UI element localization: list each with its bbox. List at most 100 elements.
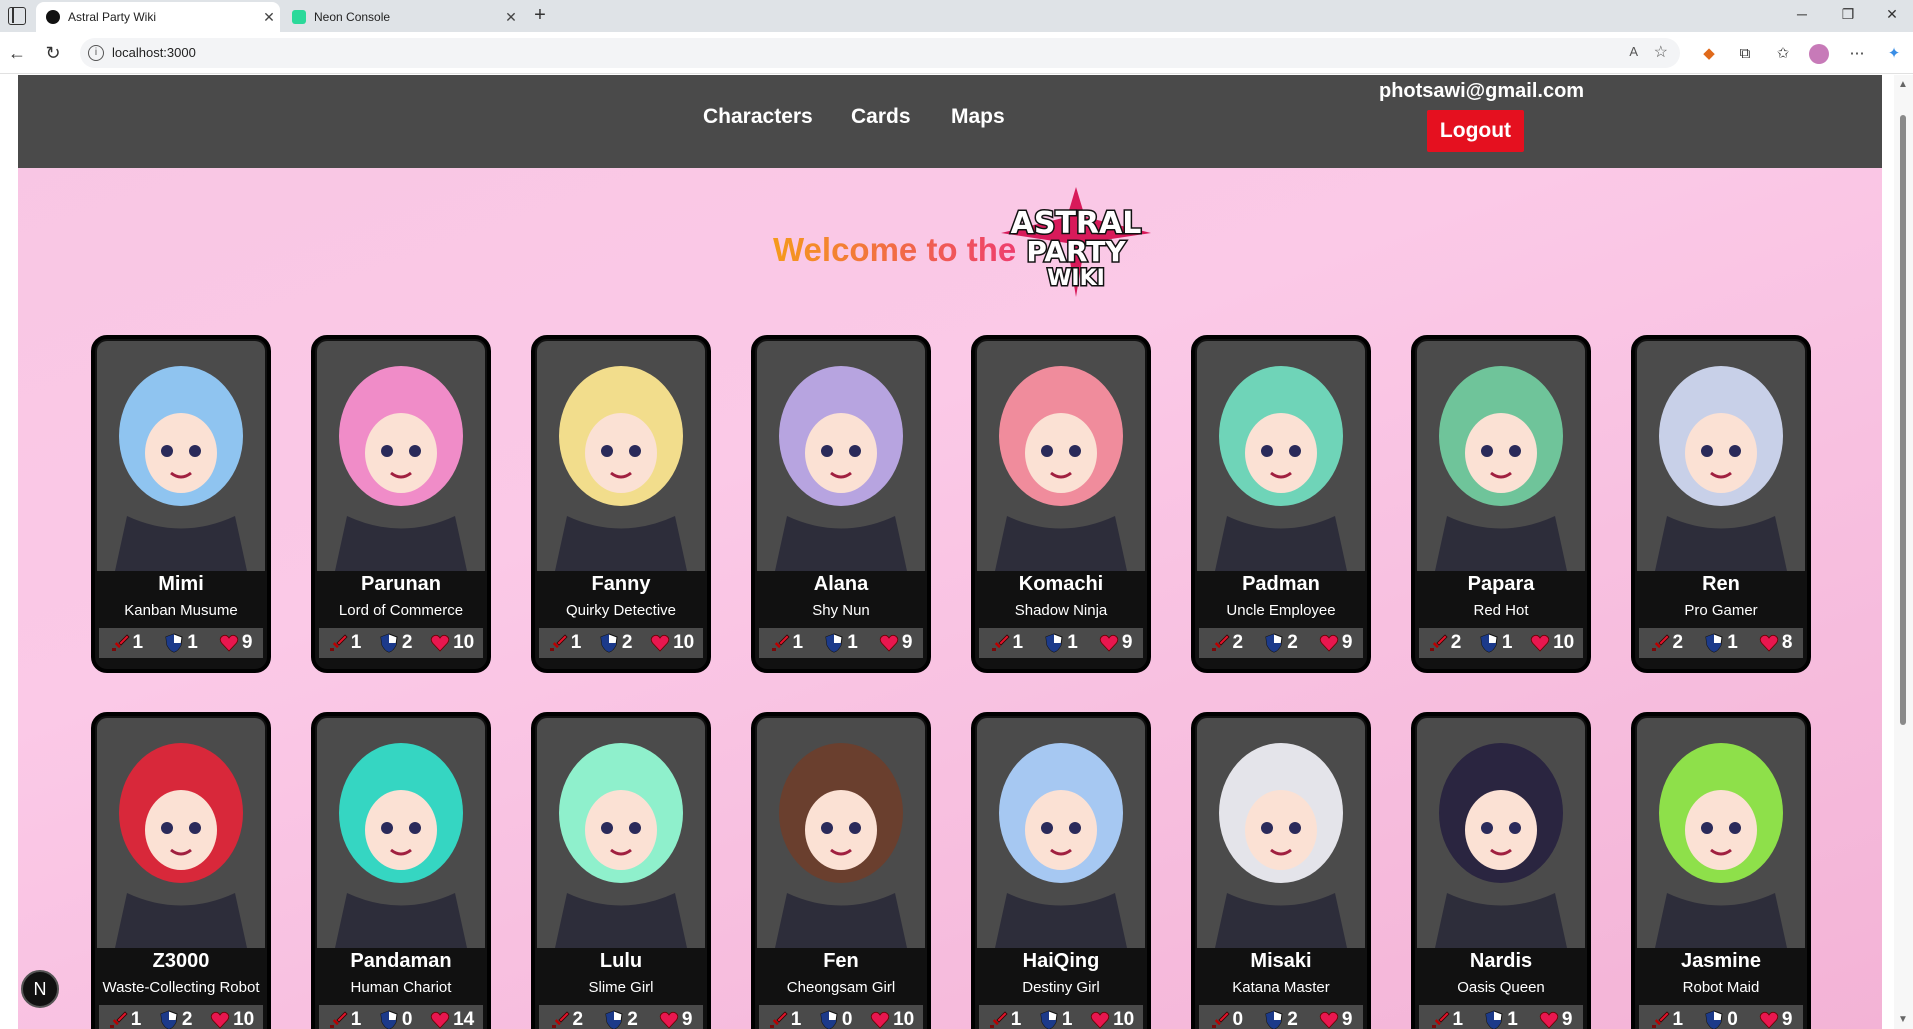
extensions-icon[interactable]: ⧉ — [1734, 43, 1756, 65]
tab-actions-icon[interactable] — [8, 7, 26, 25]
reload-icon[interactable]: ↻ — [42, 42, 64, 64]
character-card[interactable]: Komachi Shadow Ninja 1 1 9 — [971, 335, 1151, 673]
heart-icon — [1539, 1010, 1562, 1029]
new-tab-button[interactable]: + — [528, 4, 552, 28]
character-card[interactable]: Pandaman Human Chariot 1 0 14 — [311, 712, 491, 1029]
attack-stat: 1 — [108, 1009, 141, 1029]
url-field[interactable]: i localhost:3000 A ☆ — [80, 38, 1680, 68]
heart-icon — [879, 633, 902, 653]
sword-icon — [990, 633, 1013, 653]
character-stats: 1 1 10 — [979, 1005, 1143, 1029]
close-icon[interactable]: ✕ — [1872, 6, 1912, 26]
back-icon[interactable]: ← — [6, 42, 28, 64]
health-value: 9 — [1121, 632, 1133, 653]
character-portrait — [97, 718, 265, 948]
character-card[interactable]: Ren Pro Gamer 2 1 8 — [1631, 335, 1811, 673]
character-card[interactable]: Padman Uncle Employee 2 2 9 — [1191, 335, 1371, 673]
health-stat: 9 — [879, 632, 912, 654]
character-stats: 2 2 9 — [539, 1005, 703, 1029]
nav-cards[interactable]: Cards — [851, 105, 911, 129]
favorites-icon[interactable]: ✩ — [1772, 43, 1794, 65]
attack-stat: 2 — [1650, 632, 1683, 654]
shield-icon — [379, 1010, 402, 1029]
address-bar: ← ↻ i localhost:3000 A ☆ ◆ ⧉ ✩ ⋯ ✦ — [0, 32, 1913, 74]
page-viewport: Characters Cards Maps photsawi@gmail.com… — [0, 75, 1913, 1029]
heart-icon — [1319, 1010, 1342, 1029]
character-portrait — [537, 718, 705, 948]
character-title: Shadow Ninja — [1014, 602, 1108, 619]
scroll-thumb[interactable] — [1900, 115, 1906, 725]
character-title: Human Chariot — [350, 979, 452, 996]
character-name: Lulu — [599, 950, 643, 972]
nav-characters[interactable]: Characters — [703, 105, 813, 129]
character-card[interactable]: Nardis Oasis Queen 1 1 9 — [1411, 712, 1591, 1029]
nav-maps[interactable]: Maps — [951, 105, 1005, 129]
character-card[interactable]: HaiQing Destiny Girl 1 1 10 — [971, 712, 1151, 1029]
browser-tab-bar: Astral Party Wiki ✕ Neon Console ✕ + ─ ❐… — [0, 0, 1913, 32]
attack-stat: 1 — [1650, 1009, 1684, 1029]
restore-icon[interactable]: ❐ — [1828, 6, 1868, 26]
attack-value: 1 — [1672, 1009, 1684, 1029]
scroll-up-icon[interactable]: ▲ — [1898, 79, 1908, 90]
character-card[interactable]: Parunan Lord of Commerce 1 2 10 — [311, 335, 491, 673]
character-portrait — [977, 341, 1145, 571]
character-portrait — [757, 341, 925, 571]
defense-value: 0 — [401, 1009, 413, 1029]
site-info-icon[interactable]: i — [88, 45, 104, 61]
url-text[interactable]: localhost:3000 — [112, 45, 196, 60]
health-value: 14 — [453, 1009, 475, 1029]
tab-neon-console[interactable]: Neon Console ✕ — [282, 2, 522, 32]
health-stat: 9 — [1319, 1009, 1352, 1029]
health-stat: 9 — [659, 1009, 692, 1029]
metamask-extension-icon[interactable]: ◆ — [1698, 43, 1720, 65]
attack-stat: 2 — [1210, 632, 1243, 654]
health-stat: 10 — [650, 632, 694, 654]
character-stats: 2 2 9 — [1199, 628, 1363, 658]
attack-value: 1 — [570, 632, 582, 653]
page-scrollbar[interactable]: ▲ ▼ — [1894, 75, 1913, 1029]
defense-value: 2 — [621, 632, 633, 653]
character-title: Cheongsam Girl — [786, 979, 896, 996]
profile-avatar-icon[interactable] — [1809, 44, 1829, 64]
attack-value: 2 — [572, 1009, 584, 1029]
close-tab-icon[interactable]: ✕ — [258, 9, 280, 26]
character-card[interactable]: Fanny Quirky Detective 1 2 10 — [531, 335, 711, 673]
health-value: 10 — [1553, 632, 1575, 653]
minimize-icon[interactable]: ─ — [1782, 6, 1822, 26]
attack-stat: 1 — [1430, 1009, 1463, 1029]
character-name: Fanny — [591, 573, 651, 595]
character-card[interactable]: Jasmine Robot Maid 1 0 9 — [1631, 712, 1811, 1029]
site-header: Characters Cards Maps photsawi@gmail.com… — [18, 75, 1882, 168]
character-name: Pandaman — [350, 950, 452, 972]
read-aloud-icon[interactable]: A — [1629, 44, 1638, 59]
svg-text:PARTY: PARTY — [1026, 235, 1126, 268]
defense-stat: 2 — [159, 1009, 193, 1029]
sword-icon — [110, 633, 133, 653]
logout-button[interactable]: Logout — [1427, 110, 1524, 152]
character-stats: 1 1 9 — [979, 628, 1143, 658]
floating-n-button[interactable]: N — [21, 970, 59, 1008]
character-card[interactable]: Misaki Katana Master 0 2 9 — [1191, 712, 1371, 1029]
heart-icon — [650, 633, 673, 653]
character-card[interactable]: Z3000 Waste-Collecting Robot 1 2 10 — [91, 712, 271, 1029]
copilot-icon[interactable]: ✦ — [1883, 43, 1905, 65]
close-tab-icon[interactable]: ✕ — [500, 9, 522, 26]
character-card[interactable]: Alana Shy Nun 1 1 9 — [751, 335, 931, 673]
tab-astral-party-wiki[interactable]: Astral Party Wiki ✕ — [36, 2, 280, 32]
defense-stat: 1 — [164, 632, 198, 654]
character-stats: 1 1 9 — [1419, 1005, 1583, 1029]
shield-icon — [1704, 633, 1727, 653]
scroll-down-icon[interactable]: ▼ — [1898, 1014, 1908, 1025]
character-card[interactable]: Lulu Slime Girl 2 2 9 — [531, 712, 711, 1029]
character-card[interactable]: Mimi Kanban Musume 1 1 9 — [91, 335, 271, 673]
shield-icon — [1044, 633, 1067, 653]
more-menu-icon[interactable]: ⋯ — [1846, 43, 1868, 65]
defense-value: 1 — [1507, 1009, 1518, 1029]
favorite-star-icon[interactable]: ☆ — [1654, 42, 1668, 62]
attack-stat: 1 — [988, 1009, 1021, 1029]
health-stat: 10 — [1090, 1009, 1134, 1029]
character-title: Kanban Musume — [124, 602, 238, 619]
character-card[interactable]: Papara Red Hot 2 1 10 — [1411, 335, 1591, 673]
attack-stat: 2 — [1428, 632, 1461, 654]
character-card[interactable]: Fen Cheongsam Girl 1 0 10 — [751, 712, 931, 1029]
